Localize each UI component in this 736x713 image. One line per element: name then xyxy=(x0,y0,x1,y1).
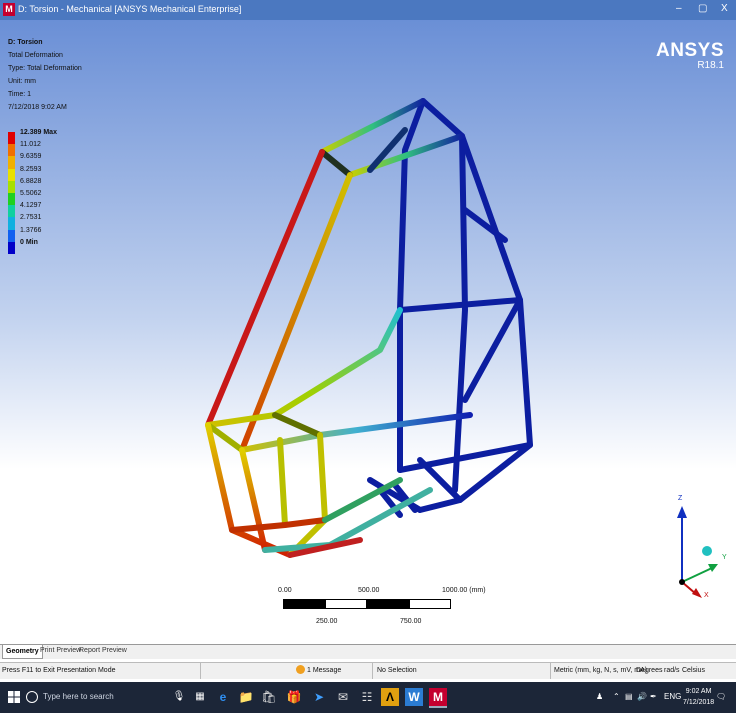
coordinate-triad[interactable]: Z Y X xyxy=(660,470,736,600)
clock-date: 7/12/2018 xyxy=(683,699,715,706)
frame-nose-base xyxy=(229,517,328,533)
scale-label-250: 250.00 xyxy=(316,618,338,625)
triad-origin-icon xyxy=(679,579,685,585)
frame-side-rail xyxy=(205,307,403,428)
scale-segment xyxy=(409,599,451,609)
cortana-icon[interactable] xyxy=(26,691,38,703)
file-explorer-icon[interactable]: 📁 xyxy=(237,688,255,706)
status-divider xyxy=(550,663,551,679)
minimize-button[interactable]: – xyxy=(676,3,682,14)
close-button[interactable]: X xyxy=(721,3,728,14)
view-tabs: Geometry Print Preview Report Preview xyxy=(0,644,736,659)
message-icon[interactable] xyxy=(296,665,305,674)
x-axis-label: X xyxy=(704,592,709,599)
microphone-icon[interactable]: 🎙 xyxy=(170,688,188,706)
frame-crossmember xyxy=(462,207,508,243)
language-indicator[interactable]: ENG xyxy=(664,692,681,701)
status-rate-unit[interactable]: rad/s xyxy=(664,667,680,674)
frame-back-post xyxy=(452,133,468,493)
volume-icon[interactable]: 🔊 xyxy=(637,692,647,701)
frame-crossmember xyxy=(397,297,523,313)
status-divider xyxy=(372,663,373,679)
taskbar-search-input[interactable]: Type here to search xyxy=(43,692,114,701)
frame-diagonal xyxy=(462,297,523,403)
mail-icon[interactable]: ✉ xyxy=(334,688,352,706)
status-messages[interactable]: 1 Message xyxy=(307,667,341,674)
y-axis-label: Y xyxy=(722,554,727,561)
task-view-icon[interactable]: ▦ xyxy=(191,688,209,706)
word-icon[interactable]: W xyxy=(405,688,423,706)
clock-time: 9:02 AM xyxy=(685,688,712,695)
window-title: D: Torsion - Mechanical [ANSYS Mechanica… xyxy=(18,4,242,14)
calculator-icon[interactable]: ☷ xyxy=(358,688,376,706)
frame-nose xyxy=(277,437,288,528)
windows-taskbar: Type here to search 🎙 ▦ e 📁 🛍 🎁 ➤ ✉ ☷ Λ … xyxy=(0,682,736,713)
status-angle-unit[interactable]: Degrees xyxy=(636,667,662,674)
scale-segment xyxy=(283,599,325,609)
app-icon[interactable]: ➤ xyxy=(310,688,328,706)
gift-app-icon[interactable]: 🎁 xyxy=(285,688,303,706)
title-bar: M D: Torsion - Mechanical [ANSYS Mechani… xyxy=(0,0,736,20)
scale-segment xyxy=(367,599,409,609)
status-units[interactable]: Metric (mm, kg, N, s, mV, mA) xyxy=(554,667,647,674)
tab-report-preview[interactable]: Report Preview xyxy=(76,647,130,654)
status-selection: No Selection xyxy=(377,667,417,674)
store-icon[interactable]: 🛍 xyxy=(260,688,278,706)
z-axis-label: Z xyxy=(678,495,683,502)
workbench-icon[interactable]: Λ xyxy=(381,688,399,706)
frame-model[interactable] xyxy=(0,20,736,644)
scale-label-750: 750.00 xyxy=(400,618,422,625)
z-axis-arrow-icon xyxy=(677,506,687,518)
pen-icon[interactable]: ✒ xyxy=(650,692,657,701)
windows-start-icon[interactable] xyxy=(8,691,20,703)
scale-label-1000: 1000.00 (mm) xyxy=(442,587,486,594)
frame-roof-cross xyxy=(319,149,353,178)
scale-label-500: 500.00 xyxy=(358,587,380,594)
edge-browser-icon[interactable]: e xyxy=(214,688,232,706)
notification-icon[interactable]: 🗨 xyxy=(716,692,726,701)
tray-chevron-icon[interactable]: ⌃ xyxy=(613,692,620,701)
frame-nose xyxy=(287,432,328,558)
network-icon[interactable]: ▤ xyxy=(625,692,633,701)
status-divider xyxy=(200,663,201,679)
y-axis-line xyxy=(681,567,713,583)
frame-side-rail xyxy=(239,412,473,453)
y-axis-arrow-icon xyxy=(708,564,718,572)
scale-bar: 0.00 500.00 1000.00 (mm) 250.00 750.00 xyxy=(270,585,490,644)
status-bar: Press F11 to Exit Presentation Mode 1 Me… xyxy=(0,662,736,679)
mechanical-app-icon[interactable]: M xyxy=(3,3,15,16)
status-hint: Press F11 to Exit Presentation Mode xyxy=(2,667,116,674)
x-axis-arrow-icon xyxy=(692,588,702,598)
mechanical-taskbar-icon[interactable]: M xyxy=(429,688,447,708)
maximize-button[interactable]: ▢ xyxy=(698,3,707,14)
people-icon[interactable]: ♟ xyxy=(596,692,603,701)
graphics-viewport[interactable]: D: Torsion Total Deformation Type: Total… xyxy=(0,20,736,644)
scale-label-0: 0.00 xyxy=(278,587,292,594)
frame-front-cross xyxy=(272,412,323,438)
iso-ball-icon xyxy=(702,546,712,556)
taskbar-clock[interactable]: 9:02 AM 7/12/2018 xyxy=(683,686,714,708)
status-temp-unit[interactable]: Celsius xyxy=(682,667,705,674)
scale-segment xyxy=(325,599,367,609)
